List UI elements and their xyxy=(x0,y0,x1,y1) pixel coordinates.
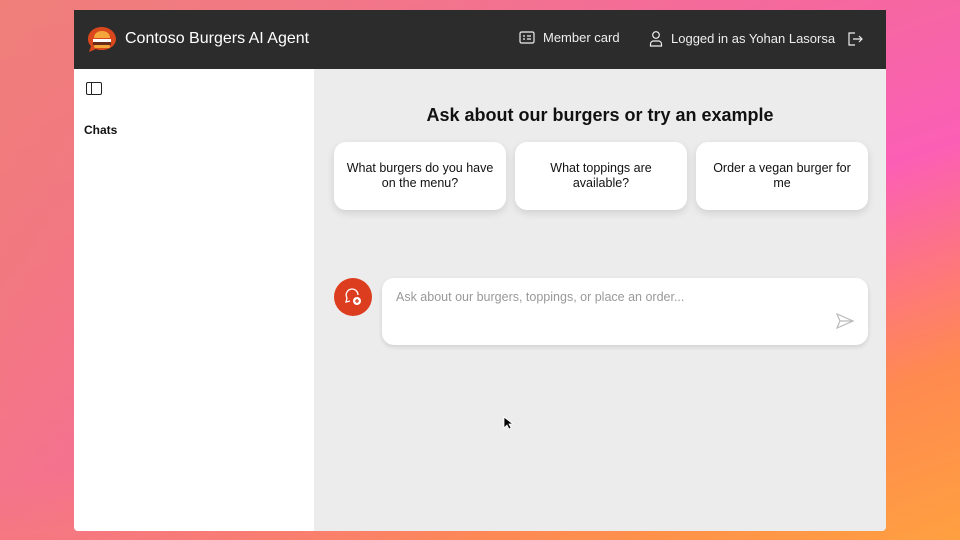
logout-icon[interactable] xyxy=(847,31,863,47)
header: Contoso Burgers AI Agent Member card Log… xyxy=(74,10,886,69)
chat-input-box xyxy=(382,278,868,345)
user-icon xyxy=(649,31,663,47)
member-card-label: Member card xyxy=(543,30,620,45)
example-card-vegan[interactable]: Order a vegan burger for me xyxy=(696,142,868,210)
mouse-cursor-icon xyxy=(503,416,513,430)
example-card-menu[interactable]: What burgers do you have on the menu? xyxy=(334,142,506,210)
app-window: Contoso Burgers AI Agent Member card Log… xyxy=(74,10,886,531)
user-info: Logged in as Yohan Lasorsa xyxy=(649,30,835,47)
example-card-toppings[interactable]: What toppings are available? xyxy=(515,142,687,210)
id-card-icon xyxy=(519,31,535,44)
page-title: Ask about our burgers or try an example xyxy=(426,105,774,125)
send-icon[interactable] xyxy=(836,313,854,329)
chat-input[interactable] xyxy=(396,290,826,304)
burger-logo-icon xyxy=(88,27,116,52)
app-title: Contoso Burgers AI Agent xyxy=(125,30,310,47)
chat-add-icon xyxy=(345,288,361,305)
chats-heading: Chats xyxy=(84,123,118,137)
sidebar-toggle-icon[interactable] xyxy=(86,82,102,95)
logged-in-label: Logged in as Yohan Lasorsa xyxy=(671,31,836,46)
member-card-button[interactable]: Member card xyxy=(519,30,620,45)
new-chat-button[interactable] xyxy=(334,278,372,316)
sidebar: Chats xyxy=(74,69,314,531)
